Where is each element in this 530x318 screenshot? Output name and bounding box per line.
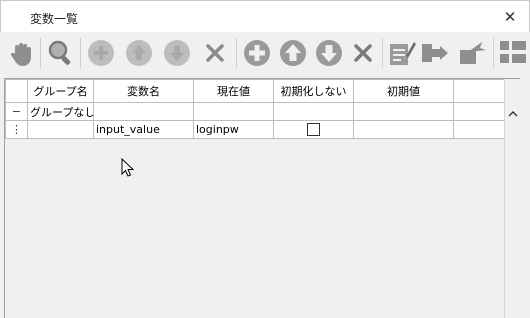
hand-tool-icon — [10, 43, 31, 66]
remove-circle-icon — [88, 40, 114, 66]
cell-initial-value[interactable] — [353, 120, 454, 139]
cell-initial-value[interactable] — [353, 102, 454, 121]
move-up-button[interactable] — [122, 36, 156, 70]
hand-tool-button[interactable] — [4, 36, 38, 70]
grid-button[interactable] — [496, 36, 530, 70]
vertical-scrollbar[interactable] — [504, 79, 520, 318]
import-button[interactable] — [418, 36, 452, 70]
no-init-checkbox[interactable] — [307, 123, 320, 137]
column-header-no-init[interactable]: 初期化しない — [273, 79, 354, 103]
edit-button[interactable] — [384, 36, 418, 70]
grid-icon — [500, 41, 526, 63]
move-down-button[interactable] — [160, 36, 194, 70]
delete-x-icon-2 — [354, 44, 372, 62]
column-header-group[interactable]: グループ名 — [27, 79, 94, 103]
cell-extra — [453, 102, 505, 121]
row-collapse-marker[interactable]: − — [5, 102, 28, 121]
search-icon — [48, 40, 71, 65]
toolbar — [0, 32, 530, 76]
close-button[interactable]: ✕ — [499, 7, 521, 27]
add-button[interactable] — [240, 36, 274, 70]
window-title: 変数一覧 — [30, 12, 79, 26]
edit-document-icon — [390, 42, 416, 65]
search-button[interactable] — [44, 36, 78, 70]
move-down-icon — [164, 40, 190, 66]
column-header-variable-name[interactable]: 変数名 — [93, 79, 194, 103]
cell-group[interactable]: グループなし — [27, 102, 94, 121]
column-header-extra — [453, 79, 505, 103]
cell-no-init[interactable] — [273, 102, 354, 121]
row-drag-handle[interactable]: ⋮ — [5, 120, 28, 139]
move-up-circle-icon — [280, 40, 306, 66]
cell-no-init[interactable] — [273, 120, 354, 139]
delete-x-icon — [206, 44, 224, 62]
column-header-current-value[interactable]: 現在値 — [193, 79, 274, 103]
move-down-circle-icon — [316, 40, 342, 66]
scroll-up-arrow-icon[interactable] — [508, 109, 518, 119]
column-header-marker — [5, 79, 28, 103]
table-row[interactable]: ⋮ input_value loginpw — [5, 120, 505, 139]
move-down-circle-button[interactable] — [312, 36, 346, 70]
move-up-icon — [126, 40, 152, 66]
export-button[interactable] — [456, 36, 490, 70]
mouse-cursor-icon — [121, 158, 135, 177]
column-header-initial-value[interactable]: 初期値 — [353, 79, 454, 103]
table-header-row: グループ名 変数名 現在値 初期化しない 初期値 — [5, 79, 505, 103]
cell-current-value[interactable]: loginpw — [193, 120, 274, 139]
remove-button[interactable] — [84, 36, 118, 70]
table-row[interactable]: − グループなし — [5, 102, 505, 121]
variable-table: グループ名 変数名 現在値 初期化しない 初期値 − グループなし ⋮ inpu… — [5, 79, 505, 139]
import-icon — [422, 44, 448, 62]
cell-current-value[interactable] — [193, 102, 274, 121]
delete-button[interactable] — [198, 36, 232, 70]
export-icon — [460, 42, 486, 64]
title-bar: 変数一覧 ✕ — [0, 0, 530, 32]
delete-button-2[interactable] — [346, 36, 380, 70]
move-up-circle-button[interactable] — [276, 36, 310, 70]
add-circle-icon — [244, 40, 270, 66]
close-icon: ✕ — [503, 8, 517, 26]
cell-variable-name[interactable]: input_value — [93, 120, 194, 139]
cell-variable-name[interactable] — [93, 102, 194, 121]
cell-group[interactable] — [27, 120, 94, 139]
cell-extra — [453, 120, 505, 139]
